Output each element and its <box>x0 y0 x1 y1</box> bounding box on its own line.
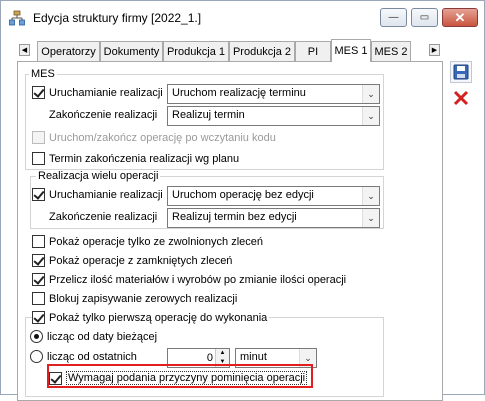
save-button[interactable] <box>450 61 472 83</box>
multi-group-title: Realizacja wielu operacji <box>36 170 161 182</box>
highlight-frame <box>47 364 313 388</box>
mes-start-checkbox[interactable] <box>32 86 45 99</box>
mes-scan-label: Uruchom/zakończ operację po wczytaniu ko… <box>49 131 276 144</box>
tab-scroll-left-button[interactable]: ◀ <box>19 44 30 56</box>
multi-start-select[interactable]: Uruchom operację bez edycji ⌄ <box>167 186 380 206</box>
chevron-down-icon: ⌄ <box>362 107 379 125</box>
delete-button[interactable] <box>450 87 472 109</box>
save-icon <box>453 64 469 80</box>
chevron-down-icon: ⌄ <box>362 187 379 205</box>
zero-label: Blokuj zapisywanie zerowych realizacji <box>49 292 238 305</box>
tab-mes-1[interactable]: MES 1 <box>331 39 371 62</box>
tab-dokumenty[interactable]: Dokumenty <box>100 41 163 61</box>
mes-end-label: Zakończenie realizacji <box>49 109 158 121</box>
tab-bar: ◀ Operatorzy Dokumenty Produkcja 1 Produ… <box>1 39 446 62</box>
released-checkbox[interactable] <box>32 235 45 248</box>
tab-mes-2[interactable]: MES 2 <box>371 41 411 61</box>
arrow-right-icon: ▶ <box>431 47 438 54</box>
tab-produkcja-1[interactable]: Produkcja 1 <box>163 41 229 61</box>
maximize-button[interactable]: ▭ <box>411 8 438 27</box>
minimize-button[interactable]: — <box>380 8 407 27</box>
multi-start-checkbox-row[interactable]: Uruchamianie realizacji <box>32 188 163 201</box>
maximize-icon: ▭ <box>419 12 430 23</box>
chevron-down-icon: ⌄ <box>362 209 379 227</box>
zero-checkbox[interactable] <box>32 292 45 305</box>
close-button[interactable]: ✕ <box>442 8 478 27</box>
tab-produkcja-2[interactable]: Produkcja 2 <box>229 41 295 61</box>
released-label: Pokaż operacje tylko ze zwolnionych zlec… <box>49 235 264 248</box>
closed-label: Pokaż operacje z zamkniętych zleceń <box>49 254 233 267</box>
closed-checkbox-row[interactable]: Pokaż operacje z zamkniętych zleceń <box>32 254 232 267</box>
multi-end-select[interactable]: Realizuj termin bez edycji ⌄ <box>167 208 380 228</box>
mes-start-label: Uruchamianie realizacji <box>49 86 163 99</box>
dialog-window: Edycja struktury firmy [2022_1.] — ▭ ✕ ◀… <box>0 0 485 401</box>
first-label: Pokaż tylko pierwszą operację do wykonan… <box>49 311 268 324</box>
recalc-checkbox[interactable] <box>32 273 45 286</box>
count-last-label: licząc od ostatnich <box>47 350 137 363</box>
multi-end-label: Zakończenie realizacji <box>49 211 158 223</box>
recalc-checkbox-row[interactable]: Przelicz ilość materiałów i wyrobów po z… <box>32 273 346 286</box>
count-last-radio[interactable] <box>30 350 43 363</box>
mes-plan-label: Termin zakończenia realizacji wg planu <box>49 152 240 165</box>
close-icon: ✕ <box>454 9 466 25</box>
first-checkbox-row[interactable]: Pokaż tylko pierwszą operację do wykonan… <box>32 311 270 324</box>
mes-scan-checkbox <box>32 131 45 144</box>
minimize-icon: — <box>388 12 399 23</box>
mes-plan-checkbox-row[interactable]: Termin zakończenia realizacji wg planu <box>32 152 239 165</box>
count-last-radio-row[interactable]: licząc od ostatnich <box>30 350 137 363</box>
mes-end-select[interactable]: Realizuj termin ⌄ <box>167 106 380 126</box>
arrow-left-icon: ◀ <box>21 47 28 54</box>
recalc-label: Przelicz ilość materiałów i wyrobów po z… <box>49 273 347 286</box>
mes-scan-checkbox-row: Uruchom/zakończ operację po wczytaniu ko… <box>32 131 276 144</box>
count-date-radio-row[interactable]: licząc od daty bieżącej <box>30 330 157 343</box>
first-checkbox[interactable] <box>32 311 45 324</box>
title-bar: Edycja struktury firmy [2022_1.] — ▭ ✕ <box>1 1 484 35</box>
structure-icon <box>9 10 25 26</box>
count-date-radio[interactable] <box>30 330 43 343</box>
tab-scroll-right-button[interactable]: ▶ <box>429 44 440 56</box>
chevron-down-icon: ⌄ <box>362 85 379 103</box>
mes-start-checkbox-row[interactable]: Uruchamianie realizacji <box>32 86 163 99</box>
mes-plan-checkbox[interactable] <box>32 152 45 165</box>
window-title: Edycja struktury firmy [2022_1.] <box>33 11 202 25</box>
closed-checkbox[interactable] <box>32 254 45 267</box>
released-checkbox-row[interactable]: Pokaż operacje tylko ze zwolnionych zlec… <box>32 235 263 248</box>
multi-start-checkbox[interactable] <box>32 188 45 201</box>
mes-group-title: MES <box>29 68 57 80</box>
multi-start-label: Uruchamianie realizacji <box>49 188 163 201</box>
zero-checkbox-row[interactable]: Blokuj zapisywanie zerowych realizacji <box>32 292 237 305</box>
tab-operatorzy[interactable]: Operatorzy <box>37 41 100 61</box>
count-date-label: licząc od daty bieżącej <box>47 330 158 343</box>
mes-start-select[interactable]: Uruchom realizację terminu ⌄ <box>167 84 380 104</box>
tab-pi[interactable]: PI <box>295 41 331 61</box>
delete-x-icon <box>453 90 469 106</box>
